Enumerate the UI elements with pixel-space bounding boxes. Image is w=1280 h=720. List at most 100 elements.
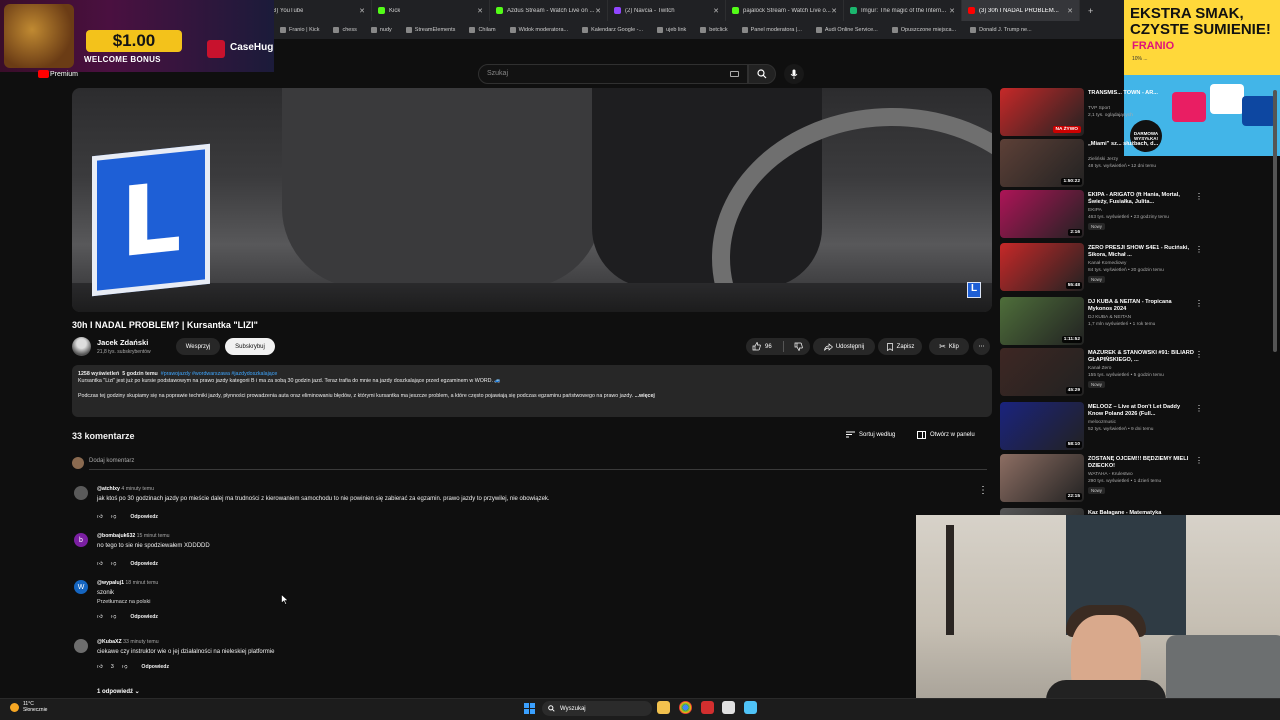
bookmark-item[interactable]: Kalendarz Google -... (582, 27, 643, 33)
bookmark-item[interactable]: chess (333, 27, 357, 33)
comment-avatar[interactable] (74, 639, 88, 653)
more-actions-button[interactable]: ⋯ (973, 338, 990, 355)
thumbs-down-icon[interactable] (794, 342, 803, 351)
sort-comments-button[interactable]: Sortuj według (846, 431, 895, 438)
related-video-item[interactable]: 1:11:52 DJ KUBA & NEITAN - Tropicana Myko… (1000, 297, 1203, 347)
close-icon[interactable]: ✕ (359, 7, 365, 15)
chrome-icon[interactable] (679, 701, 692, 714)
channel-name[interactable]: Jacek Zdański (97, 338, 148, 347)
related-video-title[interactable]: TRANSMIS... TOWN - AR... (1088, 90, 1196, 97)
bookmark-item[interactable]: Chilam (469, 27, 496, 33)
browser-tab[interactable]: Imgur: The magic of the Intern... ✕ (844, 0, 962, 21)
video-thumbnail[interactable]: NA ŻYWO (1000, 88, 1084, 136)
close-icon[interactable]: ✕ (831, 7, 837, 15)
hashtags[interactable]: #prawojazdy #wordwarszawa #jazdydoszkala… (161, 371, 278, 377)
comment-avatar[interactable] (74, 486, 88, 500)
bookmark-item[interactable]: Donald J. Trump ne... (970, 27, 1032, 33)
related-video-item[interactable]: 22:15 ZOSTANĘ OJCEM!!! BĘDZIEMY MIELI DZI… (1000, 454, 1203, 504)
casehug-ad-banner[interactable]: $1.00 WELCOME BONUS CaseHug (0, 0, 274, 72)
related-video-channel[interactable]: TVP Sport (1088, 106, 1110, 111)
related-video-item[interactable]: 58:10 MELOOZ – Live at Don't Let Daddy Kn… (1000, 402, 1203, 452)
video-menu-button[interactable]: ⋮ (1195, 192, 1203, 201)
comment-menu-button[interactable]: ⋮ (978, 485, 988, 496)
comment-avatar[interactable]: b (74, 533, 88, 547)
video-menu-button[interactable]: ⋮ (1195, 299, 1203, 308)
bookmark-item[interactable]: Widok moderatora... (509, 27, 568, 33)
bookmark-item[interactable]: Opuszczone miejsca... (891, 27, 956, 33)
close-icon[interactable]: ✕ (595, 7, 601, 15)
video-player[interactable]: L L (72, 88, 992, 312)
bookmark-item[interactable]: nudy (370, 27, 392, 33)
video-thumbnail[interactable]: 1:11:52 (1000, 297, 1084, 345)
close-icon[interactable]: ✕ (713, 7, 719, 15)
related-video-channel[interactable]: DJ KUBA & NEITAN (1088, 315, 1131, 320)
bookmark-item[interactable]: StreamElements (405, 27, 455, 33)
taskbar-search[interactable]: Wyszukaj (542, 701, 652, 716)
new-tab-button[interactable]: + (1080, 6, 1101, 16)
close-icon[interactable]: ✕ (477, 7, 483, 15)
browser-tab[interactable]: (2) Navcia - Twitch ✕ (608, 0, 726, 21)
weather-widget[interactable]: 11°C Słonecznie (10, 701, 47, 713)
search-button[interactable] (748, 64, 776, 84)
keyboard-icon[interactable] (730, 71, 739, 77)
comment-author[interactable]: @atchlxy (97, 486, 120, 492)
thumbs-up-icon[interactable]: 👍︎ (97, 561, 103, 567)
related-video-title[interactable]: MELOOZ – Live at Don't Let Daddy Know Po… (1088, 404, 1196, 418)
browser-tab[interactable]: Kick ✕ (372, 0, 490, 21)
browser-tab[interactable]: (3) 30h I NADAL PROBLEM... ✕ (962, 0, 1080, 21)
video-thumbnail[interactable]: 45:29 (1000, 348, 1084, 396)
like-button[interactable]: 96 (752, 342, 772, 351)
sidebar-scrollbar[interactable] (1273, 90, 1277, 352)
thumbs-up-icon[interactable]: 👍︎ (97, 514, 103, 520)
video-thumbnail[interactable]: 1:50:22 (1000, 139, 1084, 187)
save-button[interactable]: Zapisz (878, 338, 922, 355)
close-icon[interactable]: ✕ (1067, 7, 1073, 15)
related-video-title[interactable]: MAZUREK & STANOWSKI #91: BILIARD GŁAPIŃS… (1088, 350, 1196, 364)
related-video-title[interactable]: EKIPA - ARIGATO (ft Hania, Mortal, Śwież… (1088, 192, 1196, 206)
related-video-item[interactable]: NA ŻYWO TRANSMIS... TOWN - AR... TVP Sport… (1000, 88, 1200, 138)
comment-avatar[interactable]: W (74, 580, 88, 594)
channel-watermark-icon[interactable]: L (967, 282, 981, 298)
related-video-title[interactable]: „Miami” sz... służbach, d... (1088, 141, 1196, 148)
related-video-channel[interactable]: WATAHA - Krulestwo (1088, 472, 1133, 477)
show-more-link[interactable]: ...więcej (635, 393, 655, 399)
video-menu-button[interactable]: ⋮ (1195, 350, 1203, 359)
video-thumbnail[interactable]: 2:16 (1000, 190, 1084, 238)
video-thumbnail[interactable]: 55:48 (1000, 243, 1084, 291)
youtube-logo-icon[interactable] (38, 70, 49, 78)
video-menu-button[interactable]: ⋮ (1195, 456, 1203, 465)
related-video-title[interactable]: ZOSTANĘ OJCEM!!! BĘDZIEMY MIELI DZIECKO! (1088, 456, 1196, 470)
thumbs-down-icon[interactable]: 👎︎ (111, 614, 117, 620)
related-video-item[interactable]: 2:16 EKIPA - ARIGATO (ft Hania, Mortal, Ś… (1000, 190, 1203, 240)
video-menu-button[interactable]: ⋮ (1195, 404, 1203, 413)
app-icon[interactable] (701, 701, 714, 714)
related-video-item[interactable]: 55:48 ZERO PRESJI SHOW S4E1 - Ruciński, S… (1000, 243, 1203, 293)
bookmark-item[interactable]: betclick (700, 27, 728, 33)
comment-author[interactable]: @KubaXZ (97, 639, 122, 645)
app-icon[interactable] (722, 701, 735, 714)
subscribe-button[interactable]: Subskrybuj (225, 338, 275, 355)
clip-button[interactable]: ✂ Klip (929, 338, 969, 355)
comment-author[interactable]: @bombajuk632 (97, 533, 135, 539)
related-video-channel[interactable]: Kanał Zero (1088, 366, 1111, 371)
close-icon[interactable]: ✕ (949, 7, 955, 15)
thumbs-down-icon[interactable]: 👎︎ (111, 514, 117, 520)
related-video-channel[interactable]: meloozmusic (1088, 420, 1116, 425)
related-video-item[interactable]: 45:29 MAZUREK & STANOWSKI #91: BILIARD GŁ… (1000, 348, 1203, 398)
video-thumbnail[interactable]: 22:15 (1000, 454, 1084, 502)
bookmark-item[interactable]: ujeb link (657, 27, 686, 33)
open-in-panel-button[interactable]: Otwórz w panelu (917, 431, 975, 439)
thumbs-down-icon[interactable]: 👎︎ (111, 561, 117, 567)
reply-button[interactable]: Odpowiedz (130, 514, 158, 520)
share-button[interactable]: Udostępnij (813, 338, 875, 355)
video-thumbnail[interactable]: 58:10 (1000, 402, 1084, 450)
related-video-item[interactable]: 1:50:22 „Miami” sz... służbach, d... Zieli… (1000, 139, 1200, 189)
browser-tab[interactable]: pajalock Stream - Watch Live o... ✕ (726, 0, 844, 21)
video-description[interactable]: 1258 wyświetleń 5 godzin temu #prawojazd… (72, 365, 992, 417)
reply-button[interactable]: Odpowiedz (130, 614, 158, 620)
thumbs-down-icon[interactable]: 👎︎ (122, 664, 128, 670)
comment-author[interactable]: @wypaluj1 (97, 580, 124, 586)
voice-search-button[interactable] (784, 64, 804, 84)
support-button[interactable]: Wesprzyj (176, 338, 220, 355)
app-icon[interactable] (744, 701, 757, 714)
